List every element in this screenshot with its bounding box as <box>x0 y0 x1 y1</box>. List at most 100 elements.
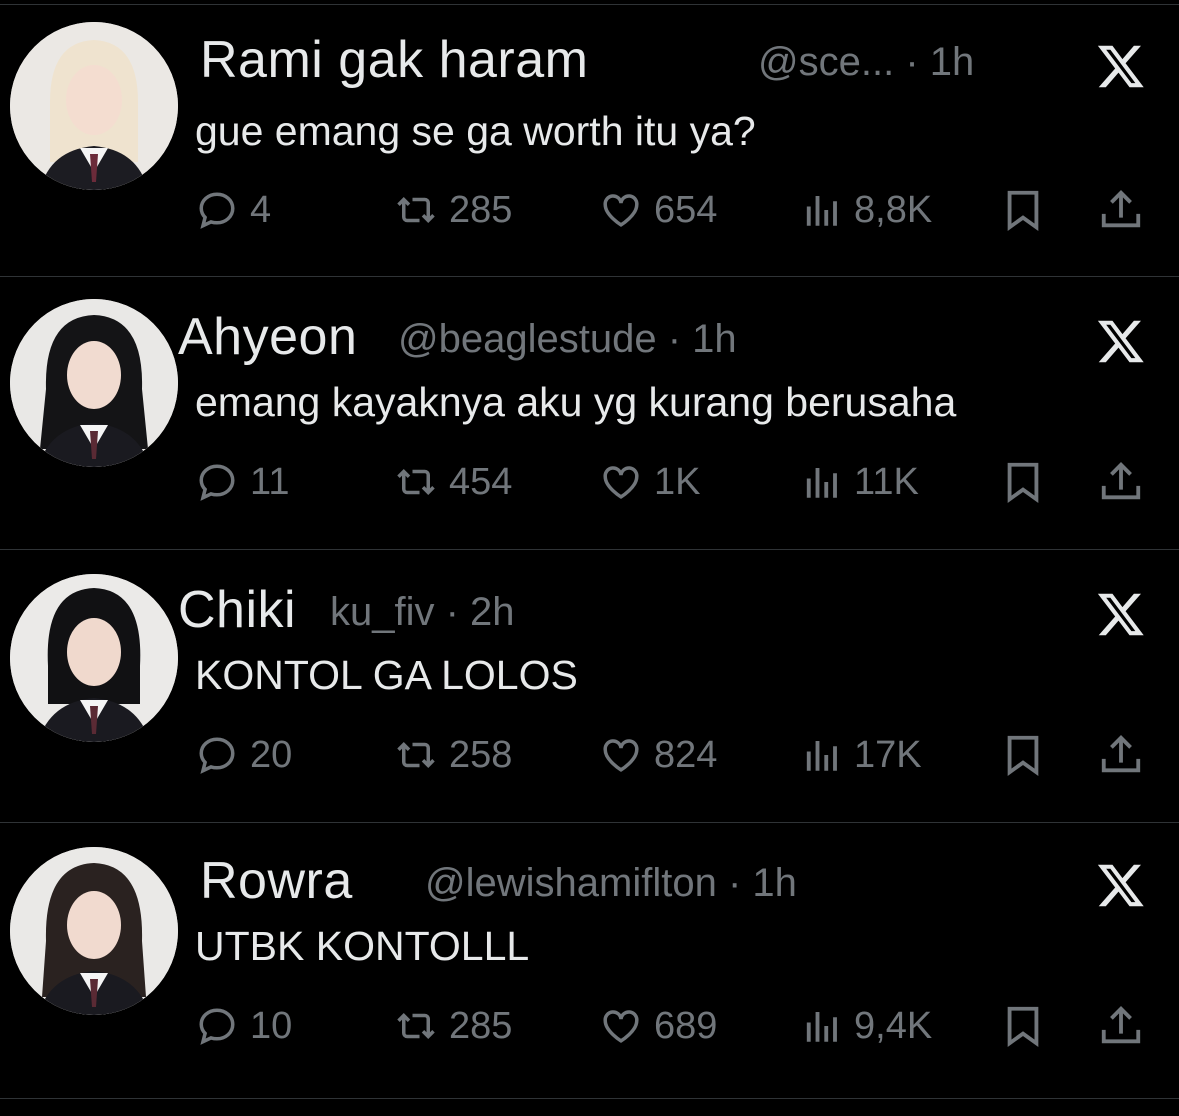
handle-time[interactable]: @beaglestude · 1h <box>398 317 737 362</box>
heart-icon <box>603 194 639 227</box>
avatar-photo <box>10 574 178 742</box>
bookmark-button[interactable] <box>1000 732 1046 778</box>
tweet-4[interactable]: Rowra @lewishamiflton · 1h UTBK KONTOLLL… <box>0 823 1179 1095</box>
like-button[interactable]: 654 <box>600 185 717 235</box>
like-count: 689 <box>654 1004 718 1047</box>
share-button[interactable] <box>1098 187 1144 233</box>
views-icon <box>806 468 837 498</box>
tweet-text: KONTOL GA LOLOS <box>195 652 578 698</box>
like-count: 1K <box>654 460 701 503</box>
tweet-text: UTBK KONTOLLL <box>195 923 530 969</box>
timestamp: · 1h <box>905 40 975 84</box>
repost-count: 258 <box>449 733 513 776</box>
reply-count: 11 <box>250 460 290 503</box>
view-count: 9,4K <box>854 1004 933 1047</box>
bookmark-button[interactable] <box>1000 1003 1046 1049</box>
x-logo-icon[interactable] <box>1096 38 1146 94</box>
display-name[interactable]: Ahyeon <box>178 307 357 367</box>
like-count: 654 <box>654 188 718 231</box>
reply-count: 4 <box>250 188 272 231</box>
bookmark-icon <box>1007 462 1039 503</box>
reply-icon <box>199 737 235 774</box>
timestamp: · 2h <box>445 590 515 634</box>
views-button[interactable]: 11K <box>800 457 919 507</box>
like-button[interactable]: 824 <box>600 730 717 780</box>
like-button[interactable]: 1K <box>600 457 700 507</box>
share-button[interactable] <box>1098 1003 1144 1049</box>
repost-count: 285 <box>449 1004 513 1047</box>
repost-button[interactable]: 258 <box>395 730 512 780</box>
repost-icon <box>397 1013 435 1039</box>
share-icon <box>1101 190 1141 228</box>
tweet-1[interactable]: Rami gak haram @sce... · 1h gue emang se… <box>0 0 1179 272</box>
views-icon <box>806 1012 837 1042</box>
repost-count: 454 <box>449 460 513 503</box>
avatar-photo <box>10 847 178 1015</box>
repost-count: 285 <box>449 188 513 231</box>
tweet-2[interactable]: Ahyeon @beaglestude · 1h emang kayaknya … <box>0 277 1179 549</box>
display-name[interactable]: Rowra <box>200 851 353 911</box>
handle[interactable]: @lewishamiflton <box>425 861 717 905</box>
repost-button[interactable]: 454 <box>395 457 512 507</box>
view-count: 11K <box>854 460 919 503</box>
bookmark-button[interactable] <box>1000 459 1046 505</box>
reply-icon <box>199 464 235 501</box>
x-logo-icon[interactable] <box>1096 857 1146 913</box>
handle[interactable]: ku_fiv <box>330 590 435 634</box>
views-icon <box>806 196 837 226</box>
reply-button[interactable]: 4 <box>196 185 271 235</box>
share-button[interactable] <box>1098 732 1144 778</box>
views-button[interactable]: 8,8K <box>800 185 932 235</box>
avatar-photo <box>10 22 178 190</box>
avatar[interactable] <box>10 22 178 190</box>
repost-button[interactable]: 285 <box>395 185 512 235</box>
tweet-text: gue emang se ga worth itu ya? <box>195 108 756 154</box>
share-button[interactable] <box>1098 459 1144 505</box>
repost-button[interactable]: 285 <box>395 1001 512 1051</box>
like-button[interactable]: 689 <box>600 1001 717 1051</box>
bookmark-icon <box>1007 735 1039 776</box>
views-button[interactable]: 17K <box>800 730 922 780</box>
handle-time[interactable]: @lewishamiflton · 1h <box>425 861 797 906</box>
bookmark-button[interactable] <box>1000 187 1046 233</box>
reply-button[interactable]: 20 <box>196 730 292 780</box>
share-icon <box>1101 735 1141 773</box>
handle-time[interactable]: ku_fiv · 2h <box>330 590 515 635</box>
x-logo-icon[interactable] <box>1096 313 1146 369</box>
reply-button[interactable]: 10 <box>196 1001 292 1051</box>
share-icon <box>1101 462 1141 500</box>
bookmark-icon <box>1007 190 1039 231</box>
avatar[interactable] <box>10 299 178 467</box>
repost-icon <box>397 469 435 495</box>
like-count: 824 <box>654 733 718 776</box>
heart-icon <box>603 466 639 499</box>
timestamp: · 1h <box>667 317 737 361</box>
heart-icon <box>603 1010 639 1043</box>
reply-icon <box>199 192 235 229</box>
tweet-text: emang kayaknya aku yg kurang berusaha <box>195 379 957 425</box>
reply-button[interactable]: 11 <box>196 457 289 507</box>
reply-count: 20 <box>250 733 293 776</box>
tweet-3[interactable]: Chiki ku_fiv · 2h KONTOL GA LOLOS 20 258… <box>0 550 1179 822</box>
heart-icon <box>603 739 639 772</box>
timestamp: · 1h <box>727 861 797 905</box>
views-icon <box>806 741 837 771</box>
repost-icon <box>397 742 435 768</box>
display-name[interactable]: Rami gak haram <box>200 30 588 90</box>
share-icon <box>1101 1006 1141 1044</box>
view-count: 8,8K <box>854 188 933 231</box>
handle-time[interactable]: @sce... · 1h <box>758 40 974 85</box>
views-button[interactable]: 9,4K <box>800 1001 932 1051</box>
reply-count: 10 <box>250 1004 293 1047</box>
avatar[interactable] <box>10 574 178 742</box>
view-count: 17K <box>854 733 922 776</box>
x-logo-icon[interactable] <box>1096 586 1146 642</box>
avatar[interactable] <box>10 847 178 1015</box>
bookmark-icon <box>1007 1006 1039 1047</box>
repost-icon <box>397 197 435 223</box>
handle[interactable]: @beaglestude <box>398 317 657 361</box>
handle[interactable]: @sce... <box>758 40 894 84</box>
display-name[interactable]: Chiki <box>178 580 296 640</box>
reply-icon <box>199 1008 235 1045</box>
avatar-photo <box>10 299 178 467</box>
